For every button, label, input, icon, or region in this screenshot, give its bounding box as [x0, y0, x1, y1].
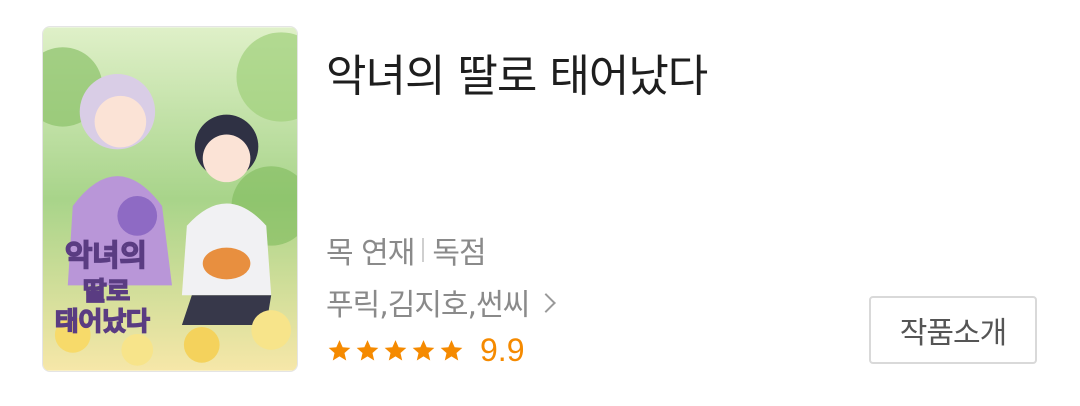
- svg-text:딸로: 딸로: [83, 277, 130, 307]
- authors-link[interactable]: 푸릭,김지호,썬씨: [326, 280, 557, 324]
- star-icon: [412, 339, 435, 361]
- cover-image[interactable]: 악녀의 딸로 태어났다: [42, 26, 298, 372]
- rating-score: 9.9: [480, 332, 525, 368]
- exclusive-label: 독점: [432, 236, 486, 271]
- authors-text: 푸릭,김지호,썬씨: [326, 288, 530, 323]
- star-icon: [440, 339, 463, 361]
- intro-button[interactable]: 작품소개: [869, 296, 1037, 364]
- cover-title-logo: 악녀의: [65, 238, 147, 273]
- rating-stars: [326, 338, 466, 364]
- svg-text:태어났다: 태어났다: [55, 307, 150, 337]
- rating: 9.9: [326, 332, 524, 369]
- work-meta: 목 연재 독점: [326, 228, 487, 272]
- star-icon: [384, 339, 407, 361]
- schedule-label: 목 연재: [326, 236, 415, 271]
- chevron-right-icon: [536, 293, 557, 313]
- meta-divider: [422, 238, 425, 262]
- work-title: 악녀의 딸로 태어났다: [326, 51, 708, 102]
- star-icon: [356, 339, 379, 361]
- star-icon: [328, 339, 351, 361]
